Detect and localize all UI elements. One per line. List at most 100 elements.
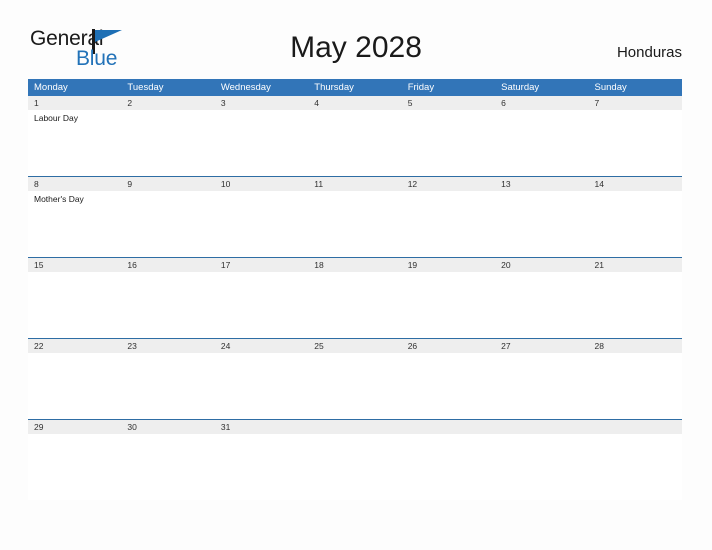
day-cell-empty <box>495 434 588 500</box>
day-cell-empty <box>589 434 682 500</box>
weekday-header-thursday: Thursday <box>314 82 354 93</box>
day-number[interactable]: 1 <box>28 96 121 110</box>
day-number[interactable]: 17 <box>215 258 308 272</box>
day-number[interactable]: 8 <box>28 177 121 191</box>
week-date-strip: 15 16 17 18 19 20 21 <box>28 257 682 272</box>
week-date-strip: 8 9 10 11 12 13 14 <box>28 176 682 191</box>
day-cell[interactable] <box>495 191 588 257</box>
day-cell[interactable] <box>495 272 588 338</box>
day-number[interactable]: 12 <box>402 177 495 191</box>
day-cell[interactable] <box>28 434 121 500</box>
day-cell[interactable] <box>215 272 308 338</box>
day-cell[interactable] <box>308 191 401 257</box>
day-cell[interactable] <box>215 434 308 500</box>
weekday-header-wednesday: Wednesday <box>220 82 271 93</box>
day-number[interactable]: 29 <box>28 420 121 434</box>
week-body-strip: Mother's Day <box>28 191 682 257</box>
day-cell[interactable] <box>308 353 401 419</box>
day-number[interactable]: 24 <box>215 339 308 353</box>
day-cell[interactable] <box>402 110 495 176</box>
calendar-week-row: 8 9 10 11 12 13 14 Mother's Day <box>28 176 682 257</box>
weekday-header-saturday: Saturday <box>501 82 540 93</box>
day-number[interactable]: 20 <box>495 258 588 272</box>
day-number[interactable]: 25 <box>308 339 401 353</box>
day-cell[interactable] <box>215 191 308 257</box>
day-cell[interactable] <box>121 353 214 419</box>
calendar-grid: Monday Tuesday Wednesday Thursday Friday… <box>28 79 682 500</box>
day-number[interactable]: 2 <box>121 96 214 110</box>
weekday-header-row: Monday Tuesday Wednesday Thursday Friday… <box>28 79 682 96</box>
day-cell-empty <box>402 434 495 500</box>
day-cell[interactable] <box>589 272 682 338</box>
day-event: Mother's Day <box>34 194 84 204</box>
day-cell[interactable] <box>308 272 401 338</box>
day-cell[interactable] <box>495 353 588 419</box>
day-number[interactable]: 15 <box>28 258 121 272</box>
calendar-week-row: 15 16 17 18 19 20 21 <box>28 257 682 338</box>
week-body-strip: Labour Day <box>28 110 682 176</box>
weekday-header-sunday: Sunday <box>594 82 627 93</box>
calendar-page: General Blue May 2028 Honduras Monday Tu… <box>0 0 712 550</box>
day-cell[interactable] <box>121 191 214 257</box>
day-number[interactable]: 11 <box>308 177 401 191</box>
day-cell[interactable] <box>402 353 495 419</box>
day-number[interactable]: 22 <box>28 339 121 353</box>
day-number[interactable]: 19 <box>402 258 495 272</box>
day-cell[interactable] <box>28 272 121 338</box>
day-cell[interactable] <box>495 110 588 176</box>
week-body-strip <box>28 353 682 419</box>
week-body-strip <box>28 434 682 500</box>
week-date-strip: 29 30 31 <box>28 419 682 434</box>
day-cell[interactable] <box>215 110 308 176</box>
day-cell-empty <box>308 434 401 500</box>
day-cell[interactable] <box>402 272 495 338</box>
day-number[interactable]: 3 <box>215 96 308 110</box>
country-label: Honduras <box>616 44 682 61</box>
page-title: May 2028 <box>290 31 422 64</box>
day-number[interactable]: 6 <box>495 96 588 110</box>
day-cell[interactable] <box>215 353 308 419</box>
day-cell[interactable] <box>121 110 214 176</box>
calendar-week-row: 29 30 31 <box>28 419 682 500</box>
day-number[interactable]: 18 <box>308 258 401 272</box>
day-number-empty <box>402 420 495 434</box>
day-cell[interactable] <box>121 434 214 500</box>
page-header: General Blue May 2028 Honduras <box>0 0 712 76</box>
week-date-strip: 1 2 3 4 5 6 7 <box>28 96 682 110</box>
day-number[interactable]: 4 <box>308 96 401 110</box>
day-number[interactable]: 14 <box>589 177 682 191</box>
day-number-empty <box>495 420 588 434</box>
day-cell[interactable] <box>589 353 682 419</box>
day-number[interactable]: 23 <box>121 339 214 353</box>
day-number[interactable]: 13 <box>495 177 588 191</box>
day-number[interactable]: 10 <box>215 177 308 191</box>
day-number[interactable]: 26 <box>402 339 495 353</box>
week-body-strip <box>28 272 682 338</box>
day-number[interactable]: 7 <box>589 96 682 110</box>
day-number-empty <box>308 420 401 434</box>
day-number-empty <box>589 420 682 434</box>
weekday-header-friday: Friday <box>407 82 435 93</box>
day-number[interactable]: 31 <box>215 420 308 434</box>
day-number[interactable]: 5 <box>402 96 495 110</box>
day-number[interactable]: 27 <box>495 339 588 353</box>
weekday-header-monday: Monday <box>34 82 68 93</box>
day-cell[interactable] <box>589 110 682 176</box>
calendar-week-row: 1 2 3 4 5 6 7 Labour Day <box>28 96 682 176</box>
day-cell[interactable] <box>308 110 401 176</box>
day-cell[interactable]: Labour Day <box>28 110 121 176</box>
day-cell[interactable] <box>28 353 121 419</box>
day-number[interactable]: 21 <box>589 258 682 272</box>
weekday-header-tuesday: Tuesday <box>127 82 164 93</box>
day-cell[interactable] <box>589 191 682 257</box>
week-date-strip: 22 23 24 25 26 27 28 <box>28 338 682 353</box>
day-event: Labour Day <box>34 113 78 123</box>
day-number[interactable]: 16 <box>121 258 214 272</box>
day-number[interactable]: 9 <box>121 177 214 191</box>
calendar-week-row: 22 23 24 25 26 27 28 <box>28 338 682 419</box>
day-cell[interactable]: Mother's Day <box>28 191 121 257</box>
day-cell[interactable] <box>121 272 214 338</box>
day-number[interactable]: 28 <box>589 339 682 353</box>
day-cell[interactable] <box>402 191 495 257</box>
day-number[interactable]: 30 <box>121 420 214 434</box>
